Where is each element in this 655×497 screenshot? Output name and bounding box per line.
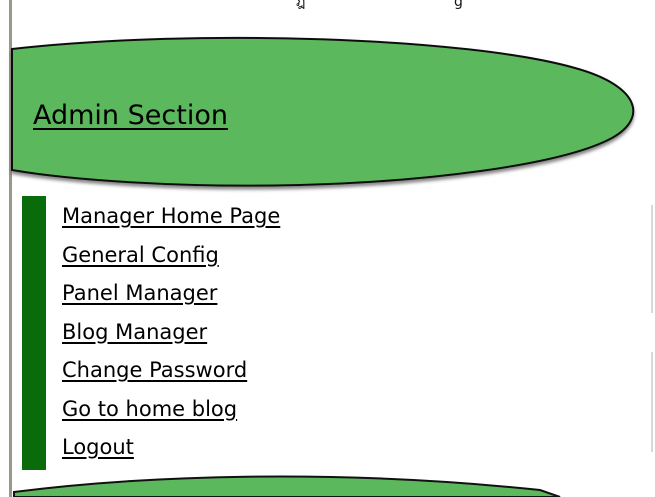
menu-accent-bar <box>22 196 46 470</box>
manager-home-page-link[interactable]: Manager Home Page <box>62 204 280 228</box>
menu-right-divider-2 <box>651 352 653 452</box>
go-to-home-blog-link[interactable]: Go to home blog <box>62 397 237 421</box>
logout-link[interactable]: Logout <box>62 435 134 459</box>
menu-item: Go to home blog <box>62 393 280 432</box>
admin-menu-list: Manager Home Page General Config Panel M… <box>62 200 280 470</box>
menu-right-divider <box>651 205 653 313</box>
top-clipped-glyph-2: g <box>454 0 463 9</box>
panel-manager-link[interactable]: Panel Manager <box>62 281 217 305</box>
menu-item: Blog Manager <box>62 316 280 355</box>
admin-section-title-link[interactable]: Admin Section <box>33 100 228 131</box>
menu-item: Change Password <box>62 354 280 393</box>
next-section-ellipse-shape <box>13 475 561 497</box>
menu-item: Panel Manager <box>62 277 280 316</box>
general-config-link[interactable]: General Config <box>62 243 219 267</box>
menu-item: Logout <box>62 431 280 470</box>
menu-item: General Config <box>62 239 280 278</box>
menu-item: Manager Home Page <box>62 200 280 239</box>
top-clipped-glyph: ฎ <box>296 0 306 9</box>
blog-manager-link[interactable]: Blog Manager <box>62 320 207 344</box>
change-password-link[interactable]: Change Password <box>62 358 247 382</box>
